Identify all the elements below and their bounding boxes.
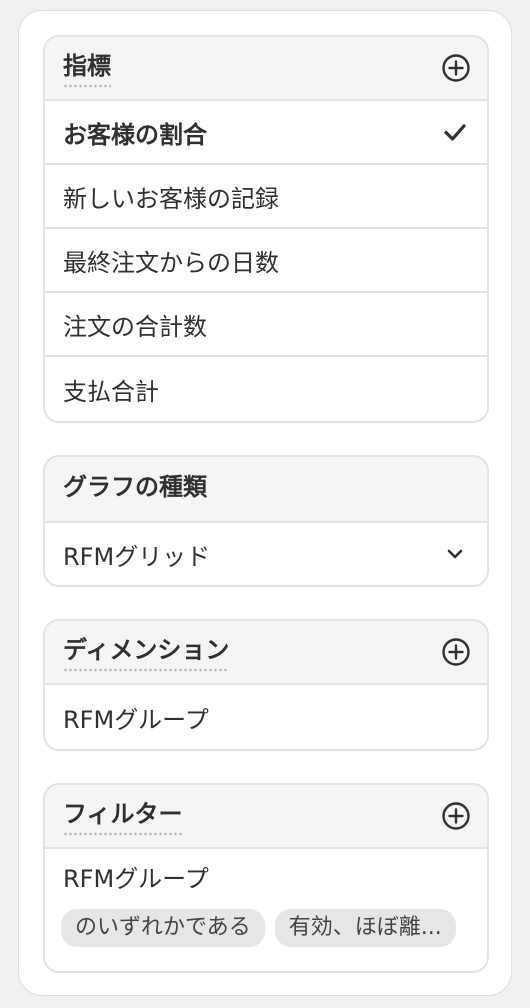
metric-item-customer-ratio[interactable]: お客様の割合 — [45, 101, 487, 165]
metric-item-label: 新しいお客様の記録 — [63, 184, 279, 213]
filters-title[interactable]: フィルター — [63, 802, 183, 836]
chart-type-header: グラフの種類 — [45, 457, 487, 523]
filter-field-label: RFMグループ — [63, 865, 209, 893]
chart-type-select[interactable]: RFMグリッド — [45, 523, 487, 585]
metrics-title[interactable]: 指標 — [63, 54, 111, 88]
add-dimension-icon[interactable] — [441, 637, 471, 667]
checkmark-icon — [444, 124, 466, 141]
dimension-item-rfm-group[interactable]: RFMグループ — [45, 685, 487, 749]
dimensions-header: ディメンション — [45, 621, 487, 685]
metric-item-total-spent[interactable]: 支払合計 — [45, 357, 487, 421]
chart-type-card: グラフの種類 RFMグリッド — [43, 455, 489, 587]
metric-item-label: 支払合計 — [63, 377, 159, 406]
metric-item-label: 最終注文からの日数 — [63, 248, 279, 277]
dimensions-card: ディメンション RFMグループ — [43, 619, 489, 751]
chevron-down-icon — [447, 549, 463, 559]
metrics-card: 指標 お客様の割合 新しいお客様の記録 最終注文からの日数 注文の合計数 支払合… — [43, 35, 489, 423]
add-filter-icon[interactable] — [441, 801, 471, 831]
filter-value-chip[interactable]: 有効、ほぼ離... — [274, 909, 456, 947]
metrics-header: 指標 — [45, 37, 487, 101]
filters-card: フィルター RFMグループ のいずれかである 有効、ほぼ離... — [43, 783, 489, 973]
chart-type-value: RFMグリッド — [63, 542, 211, 571]
dimensions-title[interactable]: ディメンション — [63, 638, 230, 672]
metric-item-total-orders[interactable]: 注文の合計数 — [45, 293, 487, 357]
dimension-item-label: RFMグループ — [63, 705, 209, 734]
metric-item-new-customer-record[interactable]: 新しいお客様の記録 — [45, 165, 487, 229]
metric-item-label: お客様の割合 — [63, 120, 207, 149]
filter-item-rfm-group[interactable]: RFMグループ のいずれかである 有効、ほぼ離... — [45, 849, 487, 947]
add-metric-icon[interactable] — [441, 53, 471, 83]
report-settings-panel: 指標 お客様の割合 新しいお客様の記録 最終注文からの日数 注文の合計数 支払合… — [18, 10, 512, 996]
filter-chips: のいずれかである 有効、ほぼ離... — [61, 909, 475, 947]
metric-item-label: 注文の合計数 — [63, 312, 207, 341]
filters-header: フィルター — [45, 785, 487, 849]
filter-operator-chip[interactable]: のいずれかである — [61, 909, 265, 947]
metric-item-days-since-last-order[interactable]: 最終注文からの日数 — [45, 229, 487, 293]
chart-type-title: グラフの種類 — [63, 473, 207, 501]
